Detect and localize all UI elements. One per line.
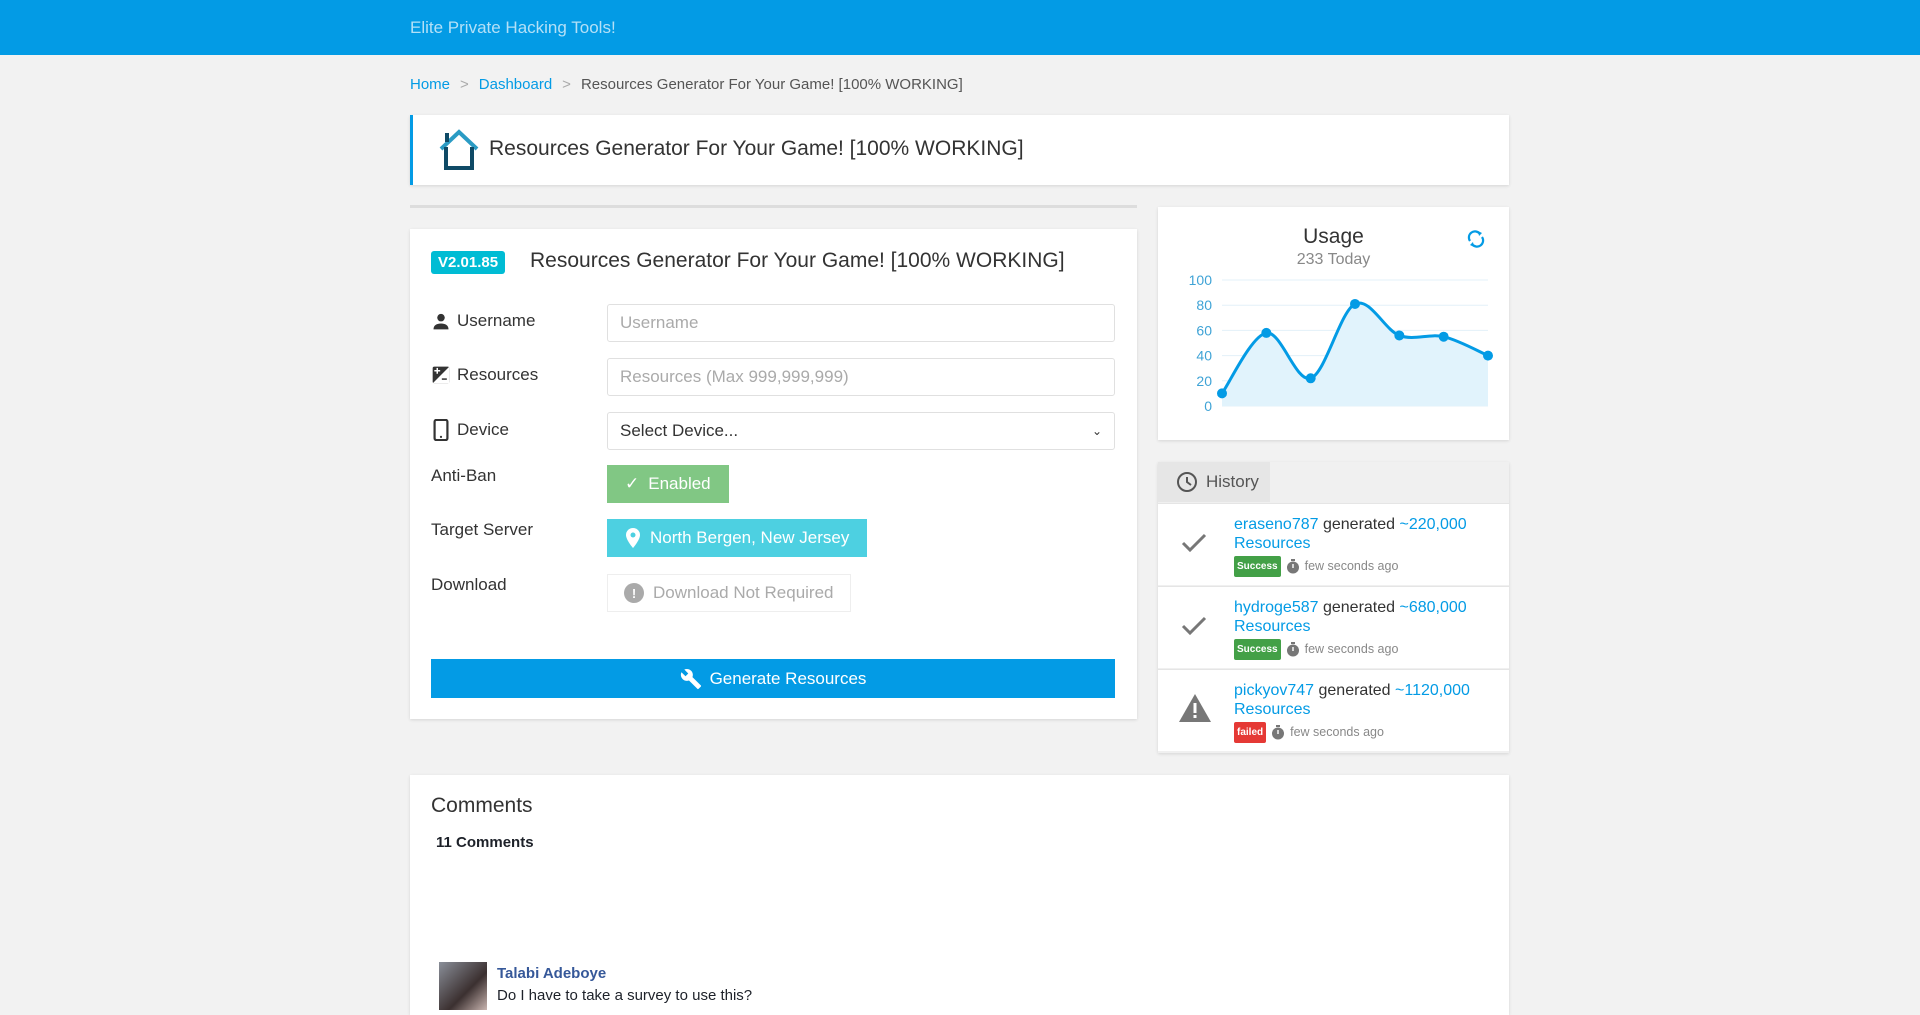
data-point [1305,373,1316,384]
history-card: History eraseno787 generated ~220,000 Res… [1158,462,1509,753]
label-text: Resources [457,365,539,384]
y-tick-label: 40 [1196,348,1212,364]
avatar[interactable] [439,962,487,1010]
label-text: Device [457,420,509,439]
history-item: eraseno787 generated ~220,000 Resources Su… [1158,503,1509,585]
y-tick-label: 0 [1204,398,1212,414]
history-tab[interactable]: History [1158,462,1270,502]
info-icon: ! [624,583,644,603]
breadcrumb-current: Resources Generator For Your Game! [100%… [580,76,963,93]
stopwatch-icon [1286,642,1299,657]
title-card: Resources Generator For Your Game! [100%… [410,115,1509,185]
device-selected: Select Device... [620,421,739,440]
data-point [1350,298,1360,309]
status-badge: Success [1234,639,1281,660]
server-value: North Bergen, New Jersey [650,528,850,547]
antiban-value: Enabled [648,474,711,493]
check-icon [1181,616,1207,636]
generator-form: V2.01.85 Resources Generator For Your Ga… [410,229,1137,719]
device-select[interactable]: Select Device... ⌄ [607,412,1115,450]
data-point [1438,331,1449,342]
history-user[interactable]: pickyov747 [1234,682,1314,699]
comments-card: Comments 11 Comments Talabi Adeboye Do I… [410,775,1509,1015]
y-tick-label: 20 [1196,373,1212,389]
chevron-down-icon: ⌄ [1091,424,1102,438]
check-icon [1181,533,1207,553]
data-point [1217,388,1227,399]
data-point [1261,327,1272,338]
antiban-label: Anti-Ban [431,466,497,485]
y-tick-label: 80 [1196,297,1212,313]
usage-chart: 0 20 40 60 80 100 [1189,272,1493,414]
history-verb: generated [1318,682,1391,699]
clock-icon [1177,472,1197,492]
history-amount: ~680,000 [1399,599,1467,616]
resources-input[interactable] [607,358,1115,396]
phone-icon [433,419,449,441]
history-user[interactable]: eraseno787 [1234,516,1319,533]
page-title: Resources Generator For Your Game! [100%… [489,137,1024,160]
form-title: Resources Generator For Your Game! [100%… [530,249,1065,272]
history-item: hydroge587 generated ~680,000 Resources Su… [1158,586,1509,668]
resources-label: Resources [431,365,538,385]
history-time: few seconds ago [1290,725,1384,739]
status-badge: Success [1234,556,1281,577]
comment-text: Do I have to take a survey to use this? [497,987,753,1004]
generate-label: Generate Resources [709,668,867,688]
warning-icon [1179,694,1211,722]
area-fill [1222,302,1488,406]
generate-button[interactable]: Generate Resources [431,659,1115,698]
location-pin-icon [626,528,640,548]
server-button[interactable]: North Bergen, New Jersey [607,519,868,557]
history-verb: generated [1322,516,1396,533]
version-badge: V2.01.85 [431,251,506,274]
download-label: Download [431,575,507,594]
comment-author[interactable]: Talabi Adeboye [497,965,606,982]
brand-title[interactable]: Elite Private Hacking Tools! [410,18,616,38]
status-badge: failed [1234,722,1267,743]
comments-count: 11 Comments [436,834,534,851]
username-label: Username [431,311,535,331]
top-bar [0,0,1920,55]
history-amount: ~220,000 [1399,516,1467,533]
breadcrumb-separator: > [460,76,469,93]
data-point [1394,330,1405,341]
device-label: Device [431,419,509,441]
divider [410,205,1137,208]
y-tick-label: 100 [1189,272,1213,288]
breadcrumb-separator: > [562,76,571,93]
history-verb: generated [1322,599,1396,616]
breadcrumb-home[interactable]: Home [410,76,450,93]
history-amount: ~1120,000 [1395,682,1470,699]
comments-title: Comments [431,794,533,817]
history-unit: Resources [1234,618,1311,635]
breadcrumb-dashboard[interactable]: Dashboard [479,76,552,93]
breadcrumb: Home > Dashboard > Resources Generator For… [410,76,963,93]
download-value: Download Not Required [653,583,834,602]
y-tick-label: 60 [1196,322,1212,338]
check-icon: ✓ [625,474,640,493]
wrench-icon [680,668,701,689]
label-text: Username [457,311,536,330]
usage-card: Usage 233 Today 0 20 40 60 80 100 [1158,207,1509,440]
history-time: few seconds ago [1304,559,1399,573]
history-item: pickyov747 generated ~1120,000 Resources f… [1158,669,1509,751]
history-unit: Resources [1234,535,1311,552]
house-icon [439,129,479,170]
username-input[interactable] [607,304,1115,342]
history-unit: Resources [1234,701,1311,718]
history-time: few seconds ago [1304,642,1399,656]
download-button[interactable]: ! Download Not Required [607,574,851,612]
exposure-icon [432,366,450,384]
history-user[interactable]: hydroge587 [1234,599,1319,616]
data-point [1483,350,1493,361]
stopwatch-icon [1272,725,1285,740]
antiban-button[interactable]: ✓ Enabled [607,465,729,503]
user-icon [433,313,449,330]
server-label: Target Server [431,520,534,539]
history-tab-label: History [1206,472,1259,491]
stopwatch-icon [1286,559,1299,574]
